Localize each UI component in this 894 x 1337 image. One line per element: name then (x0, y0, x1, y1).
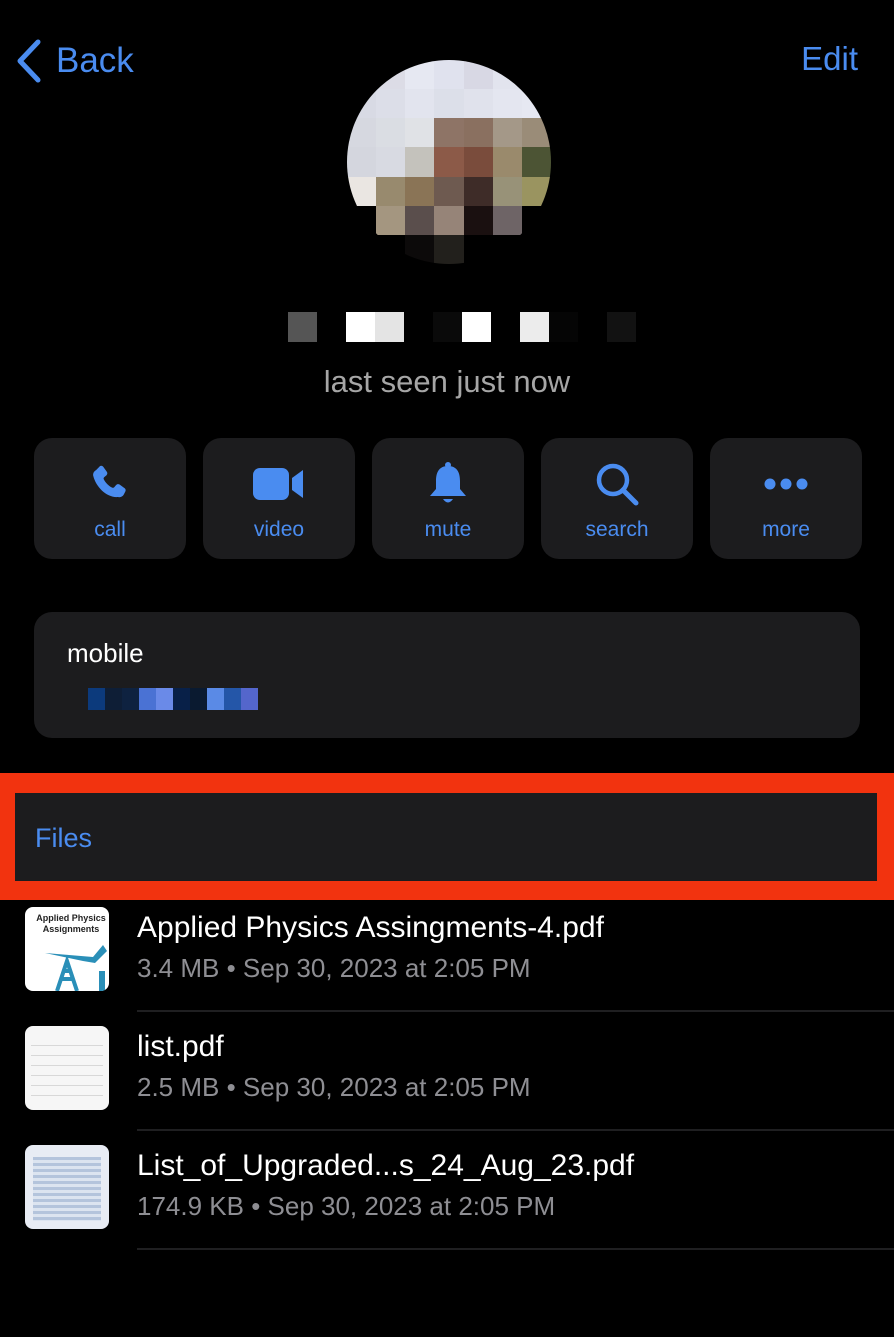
table-preview (33, 1157, 101, 1221)
file-meta: 2.5 MB • Sep 30, 2023 at 2:05 PM (137, 1072, 531, 1102)
last-seen-status: last seen just now (323, 364, 571, 399)
mute-button[interactable]: mute (372, 438, 524, 559)
file-name: Applied Physics Assingments-4.pdf (137, 911, 604, 944)
files-tab-label: Files (35, 823, 93, 853)
search-label: search (585, 518, 649, 541)
phone-icon (93, 465, 126, 498)
more-button[interactable]: more (710, 438, 862, 559)
action-buttons-row: call video mute search more (34, 438, 862, 559)
call-label: call (94, 518, 126, 541)
row-divider (137, 1248, 894, 1250)
back-label: Back (56, 41, 134, 80)
chevron-left-icon (17, 39, 41, 83)
contact-name-redacted (288, 312, 636, 342)
video-button[interactable]: video (203, 438, 355, 559)
institute-logo-icon (45, 945, 107, 991)
bell-icon (430, 462, 466, 503)
file-row[interactable]: List_of_Upgraded...s_24_Aug_23.pdf 174.9… (0, 1131, 894, 1250)
files-section-header[interactable]: Files (15, 793, 877, 881)
mute-label: mute (424, 518, 472, 541)
mobile-label: mobile (67, 638, 144, 668)
ellipsis-icon (764, 478, 808, 490)
thumbnail-text: Applied Physics Assignments (36, 913, 106, 934)
pdf-thumbnail: Applied Physics Assignments (25, 907, 109, 991)
pdf-thumbnail (25, 1145, 109, 1229)
file-name: list.pdf (137, 1030, 224, 1063)
file-row[interactable]: list.pdf 2.5 MB • Sep 30, 2023 at 2:05 P… (0, 1012, 894, 1131)
magnifier-icon (596, 463, 639, 506)
table-preview (31, 1036, 103, 1102)
video-camera-icon (253, 468, 303, 500)
search-button[interactable]: search (541, 438, 693, 559)
avatar[interactable] (347, 60, 551, 264)
back-button[interactable]: Back (14, 36, 134, 86)
edit-button[interactable]: Edit (801, 40, 858, 78)
phone-number-redacted[interactable] (88, 688, 258, 710)
file-meta: 174.9 KB • Sep 30, 2023 at 2:05 PM (137, 1191, 556, 1221)
call-button[interactable]: call (34, 438, 186, 559)
video-label: video (253, 518, 305, 541)
more-label: more (762, 518, 810, 541)
file-row[interactable]: Applied Physics Assignments Applied Phys… (0, 893, 894, 1012)
pdf-thumbnail (25, 1026, 109, 1110)
file-meta: 3.4 MB • Sep 30, 2023 at 2:05 PM (137, 953, 531, 983)
file-name: List_of_Upgraded...s_24_Aug_23.pdf (137, 1149, 635, 1182)
mobile-info-card[interactable]: mobile (34, 612, 860, 738)
